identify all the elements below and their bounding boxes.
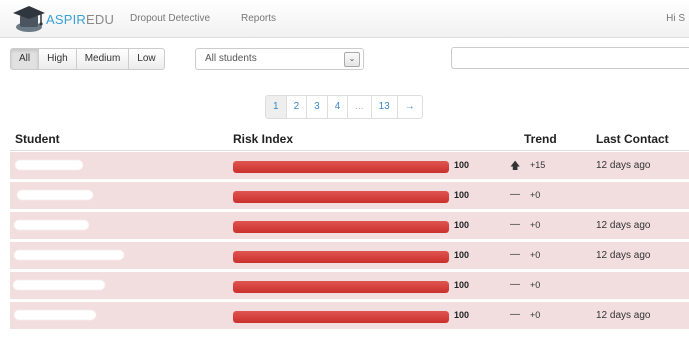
trend-dash-icon: — <box>510 219 520 230</box>
chevron-down-icon[interactable]: ⌄ <box>344 52 360 67</box>
risk-value: 100 <box>454 310 470 320</box>
risk-value: 100 <box>454 250 470 260</box>
trend-dash-icon: — <box>510 249 520 260</box>
trend-dash-icon: — <box>510 189 520 200</box>
table-header-divider <box>10 150 689 151</box>
risk-value: 100 <box>454 160 470 170</box>
table-row[interactable]: 100 — +0 <box>10 272 689 301</box>
trend-value: +0 <box>530 190 541 200</box>
risk-bar <box>233 311 449 323</box>
student-filter-select[interactable]: All students ⌄ <box>195 48 364 70</box>
brand-part2: EDU <box>86 12 115 27</box>
page-3-link[interactable]: 3 <box>306 95 328 119</box>
filter-all-button[interactable]: All <box>10 48 40 70</box>
filter-low-button[interactable]: Low <box>128 48 165 70</box>
risk-bar <box>233 161 449 173</box>
last-contact: 12 days ago <box>596 220 651 231</box>
redacted-student-name <box>14 310 96 320</box>
filter-high-button[interactable]: High <box>38 48 77 70</box>
risk-bar <box>233 251 449 263</box>
page-ellipsis: ... <box>347 95 372 119</box>
header-last-contact[interactable]: Last Contact <box>596 132 669 146</box>
risk-bar <box>233 221 449 233</box>
page-1-link[interactable]: 1 <box>265 95 287 119</box>
risk-value: 100 <box>454 190 470 200</box>
trend-dash-icon: — <box>510 279 520 290</box>
last-contact: 12 days ago <box>596 310 651 321</box>
last-contact: 12 days ago <box>596 250 651 261</box>
brand-name[interactable]: ASPIREDU <box>46 12 114 27</box>
user-greeting[interactable]: Hi S <box>666 13 685 24</box>
table-row[interactable]: 100 — +0 12 days ago <box>10 302 689 331</box>
risk-bar-fill <box>233 251 449 263</box>
page-4-link[interactable]: 4 <box>326 95 349 119</box>
risk-bar-fill <box>233 161 449 173</box>
last-contact: 12 days ago <box>596 160 651 171</box>
table-row[interactable]: 100 — +0 12 days ago <box>10 212 689 241</box>
page-13-link[interactable]: 13 <box>370 95 398 119</box>
header-trend[interactable]: Trend <box>524 132 557 146</box>
brand-part1: ASPIR <box>46 12 87 27</box>
graduation-cap-logo-icon[interactable] <box>12 2 46 34</box>
redacted-student-name <box>13 280 105 290</box>
redacted-student-name <box>17 190 93 200</box>
search-input[interactable] <box>451 47 689 69</box>
pagination: 1 2 3 4 ... 13 → <box>265 95 423 119</box>
trend-arrow-up-icon: 🡅 <box>510 161 521 172</box>
risk-bar <box>233 191 449 203</box>
trend-value: +0 <box>530 220 541 230</box>
nav-reports[interactable]: Reports <box>241 13 276 24</box>
table-row[interactable]: 100 — +0 <box>10 182 689 211</box>
risk-value: 100 <box>454 220 470 230</box>
trend-value: +0 <box>530 250 541 260</box>
risk-bar <box>233 281 449 293</box>
header-risk-index[interactable]: Risk Index <box>233 132 293 146</box>
redacted-student-name <box>14 250 124 260</box>
nav-dropout-detective[interactable]: Dropout Detective <box>130 13 210 24</box>
top-navbar: ASPIREDU Dropout Detective Reports Hi S <box>0 0 689 38</box>
filter-medium-button[interactable]: Medium <box>75 48 130 70</box>
risk-bar-fill <box>233 311 449 323</box>
risk-bar-fill <box>233 281 449 293</box>
risk-level-filter: All High Medium Low <box>10 48 165 70</box>
table-row[interactable]: 100 🡅 +15 12 days ago <box>10 152 689 181</box>
trend-value: +0 <box>530 280 541 290</box>
redacted-student-name <box>15 160 83 170</box>
table-row[interactable]: 100 — +0 12 days ago <box>10 242 689 271</box>
page-2-link[interactable]: 2 <box>285 95 308 119</box>
student-filter-value: All students <box>205 53 257 64</box>
trend-value: +0 <box>530 310 541 320</box>
trend-dash-icon: — <box>510 309 520 320</box>
risk-bar-fill <box>233 221 449 233</box>
risk-bar-fill <box>233 191 449 203</box>
trend-value: +15 <box>530 160 546 170</box>
next-page-arrow-icon[interactable]: → <box>396 95 423 119</box>
header-student[interactable]: Student <box>15 132 60 146</box>
redacted-student-name <box>14 220 89 230</box>
risk-value: 100 <box>454 280 470 290</box>
